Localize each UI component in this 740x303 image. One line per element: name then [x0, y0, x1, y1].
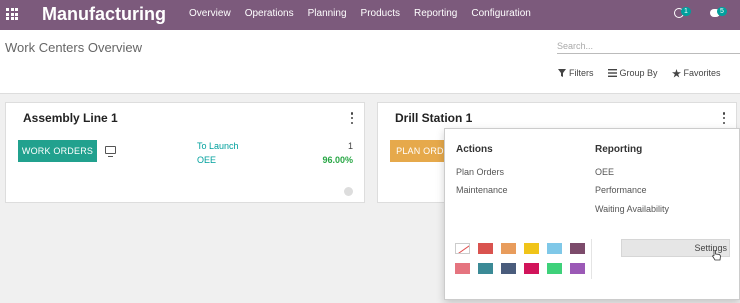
menu-item-reporting[interactable]: Reporting — [414, 8, 457, 19]
star-icon — [671, 68, 681, 78]
color-swatch[interactable] — [524, 243, 539, 254]
card-options-dropdown: Actions Plan Orders Maintenance Reportin… — [444, 128, 740, 300]
favorites-label: Favorites — [683, 68, 721, 78]
actions-header: Actions — [456, 144, 493, 155]
control-panel: Work Centers Overview Filters Group By F… — [0, 30, 740, 94]
menu-item-operations[interactable]: Operations — [245, 8, 294, 19]
oee-value[interactable]: 96.00% — [306, 155, 353, 165]
breadcrumb: Work Centers Overview — [5, 40, 143, 55]
main-menu: Overview Operations Planning Products Re… — [189, 8, 531, 19]
color-swatch[interactable] — [478, 263, 493, 274]
status-indicator — [344, 187, 353, 196]
color-swatch[interactable] — [501, 263, 516, 274]
maintenance-action[interactable]: Maintenance — [456, 185, 508, 195]
message-count-badge: 5 — [717, 7, 727, 16]
no-color-swatch[interactable] — [455, 243, 470, 254]
search-options: Filters Group By Favorites — [558, 68, 721, 78]
reporting-header: Reporting — [595, 144, 643, 155]
color-swatch[interactable] — [547, 263, 562, 274]
oee-report[interactable]: OEE — [595, 167, 614, 177]
monitor-icon[interactable] — [105, 146, 116, 157]
performance-report[interactable]: Performance — [595, 185, 647, 195]
to-launch-count[interactable]: 1 — [306, 141, 353, 151]
card-menu-icon[interactable] — [350, 112, 354, 124]
filters-button[interactable]: Filters — [558, 68, 594, 78]
color-swatch[interactable] — [547, 243, 562, 254]
to-launch-link[interactable]: To Launch — [197, 141, 239, 151]
filter-icon — [558, 69, 566, 77]
plan-orders-action[interactable]: Plan Orders — [456, 167, 504, 177]
card-title[interactable]: Assembly Line 1 — [23, 111, 118, 125]
top-navbar: Manufacturing Overview Operations Planni… — [0, 0, 740, 30]
menu-item-overview[interactable]: Overview — [189, 8, 231, 19]
messages-button[interactable]: 5 — [710, 7, 734, 21]
card-title[interactable]: Drill Station 1 — [395, 111, 472, 125]
divider — [591, 239, 592, 279]
favorites-button[interactable]: Favorites — [671, 68, 721, 78]
activity-count-badge: 1 — [681, 7, 691, 16]
oee-link[interactable]: OEE — [197, 155, 216, 165]
waiting-availability-report[interactable]: Waiting Availability — [595, 204, 669, 214]
menu-item-planning[interactable]: Planning — [308, 8, 347, 19]
activity-button[interactable]: 1 — [674, 7, 696, 21]
filters-label: Filters — [569, 68, 594, 78]
color-swatch[interactable] — [501, 243, 516, 254]
menu-item-configuration[interactable]: Configuration — [471, 8, 530, 19]
color-swatch[interactable] — [570, 263, 585, 274]
list-icon — [607, 69, 617, 77]
apps-menu-icon[interactable] — [6, 8, 18, 20]
color-swatch[interactable] — [478, 243, 493, 254]
group-by-button[interactable]: Group By — [607, 68, 658, 78]
card-menu-icon[interactable] — [722, 112, 726, 124]
color-picker — [455, 243, 585, 274]
color-swatch[interactable] — [570, 243, 585, 254]
group-by-label: Group By — [619, 68, 658, 78]
hand-cursor-icon — [712, 250, 721, 261]
color-swatch[interactable] — [524, 263, 539, 274]
menu-item-products[interactable]: Products — [361, 8, 400, 19]
workcenter-card-assembly-line: Assembly Line 1 WORK ORDERS To Launch 1 … — [5, 102, 365, 203]
work-orders-button[interactable]: WORK ORDERS — [18, 140, 97, 162]
search-input[interactable] — [557, 38, 740, 54]
color-swatch[interactable] — [455, 263, 470, 274]
app-title[interactable]: Manufacturing — [42, 4, 166, 25]
